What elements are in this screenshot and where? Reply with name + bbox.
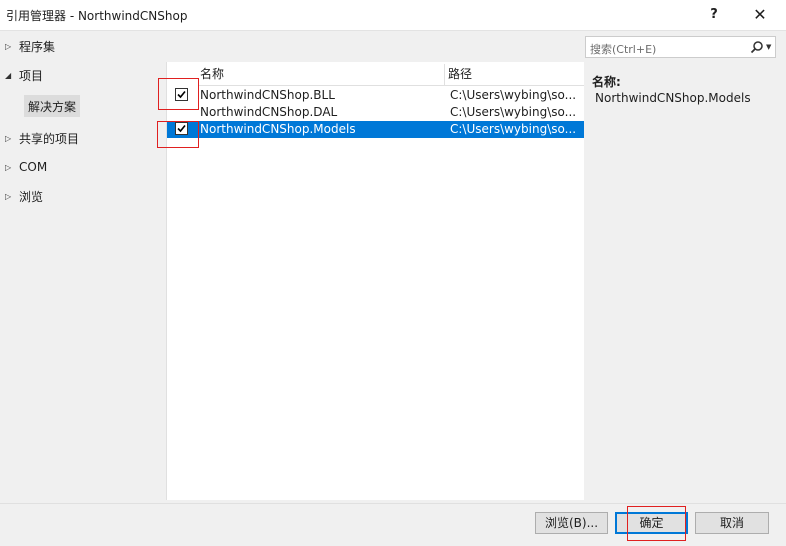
ok-button[interactable]: 确定 (615, 512, 688, 534)
expand-arrow-icon: ▷ (5, 133, 12, 143)
reference-name: NorthwindCNShop.Models (200, 122, 356, 136)
search-icon[interactable] (750, 40, 764, 54)
sidebar-item-label: 程序集 (19, 39, 56, 54)
search-placeholder: 搜索(Ctrl+E) (590, 43, 657, 56)
reference-path: C:\Users\wybing\so... (450, 88, 577, 102)
table-row-selected[interactable]: NorthwindCNShop.Models C:\Users\wybing\s… (167, 121, 584, 138)
sidebar-item-projects[interactable]: ◢ 项目 (0, 64, 160, 86)
sidebar-item-shared-projects[interactable]: ▷ 共享的项目 (0, 127, 160, 149)
sidebar: ▷ 程序集 ◢ 项目 解决方案 ▷ 共享的项目 ▷ COM ▷ 浏览 (0, 31, 166, 503)
details-name-value: NorthwindCNShop.Models (595, 91, 751, 105)
sidebar-item-com[interactable]: ▷ COM (0, 156, 160, 178)
expand-arrow-icon: ▷ (5, 41, 12, 51)
collapse-arrow-icon: ◢ (5, 70, 12, 80)
search-input[interactable]: 搜索(Ctrl+E) ▼ (585, 36, 776, 58)
sidebar-item-label: 解决方案 (28, 99, 77, 114)
sidebar-item-assemblies[interactable]: ▷ 程序集 (0, 35, 160, 57)
title-bar: 引用管理器 - NorthwindCNShop ? ✕ (0, 0, 786, 31)
expand-arrow-icon: ▷ (5, 191, 12, 201)
column-header-name[interactable]: 名称 (198, 64, 445, 85)
details-name-label: 名称: (592, 75, 621, 89)
cancel-button[interactable]: 取消 (695, 512, 769, 534)
check-icon (177, 90, 186, 99)
window-title: 引用管理器 - NorthwindCNShop (6, 9, 188, 23)
table-row[interactable]: NorthwindCNShop.DAL C:\Users\wybing\so..… (167, 104, 584, 121)
reference-name: NorthwindCNShop.DAL (200, 105, 338, 119)
sidebar-item-label: 共享的项目 (19, 131, 80, 146)
reference-checkbox[interactable] (175, 122, 188, 135)
reference-list: 名称 路径 NorthwindCNShop.BLL C:\Users\wybin… (166, 62, 584, 500)
sidebar-item-solution[interactable]: 解决方案 (24, 95, 81, 117)
column-header-path[interactable]: 路径 (446, 64, 578, 85)
expand-arrow-icon: ▷ (5, 162, 12, 172)
check-icon (177, 124, 186, 133)
reference-name: NorthwindCNShop.BLL (200, 88, 335, 102)
reference-checkbox[interactable] (175, 88, 188, 101)
sidebar-item-browse[interactable]: ▷ 浏览 (0, 185, 160, 207)
reference-path: C:\Users\wybing\so... (450, 122, 577, 136)
list-header: 名称 路径 (198, 64, 584, 86)
sidebar-item-label: 浏览 (19, 189, 44, 204)
table-row[interactable]: NorthwindCNShop.BLL C:\Users\wybing\so..… (167, 87, 584, 104)
close-button[interactable]: ✕ (748, 4, 772, 26)
chevron-down-icon[interactable]: ▼ (766, 43, 771, 51)
sidebar-item-label: 项目 (19, 68, 44, 83)
sidebar-item-label: COM (19, 160, 48, 174)
reference-path: C:\Users\wybing\so... (450, 105, 577, 119)
browse-button[interactable]: 浏览(B)... (535, 512, 608, 534)
footer-divider (0, 503, 786, 504)
help-button[interactable]: ? (702, 4, 726, 26)
